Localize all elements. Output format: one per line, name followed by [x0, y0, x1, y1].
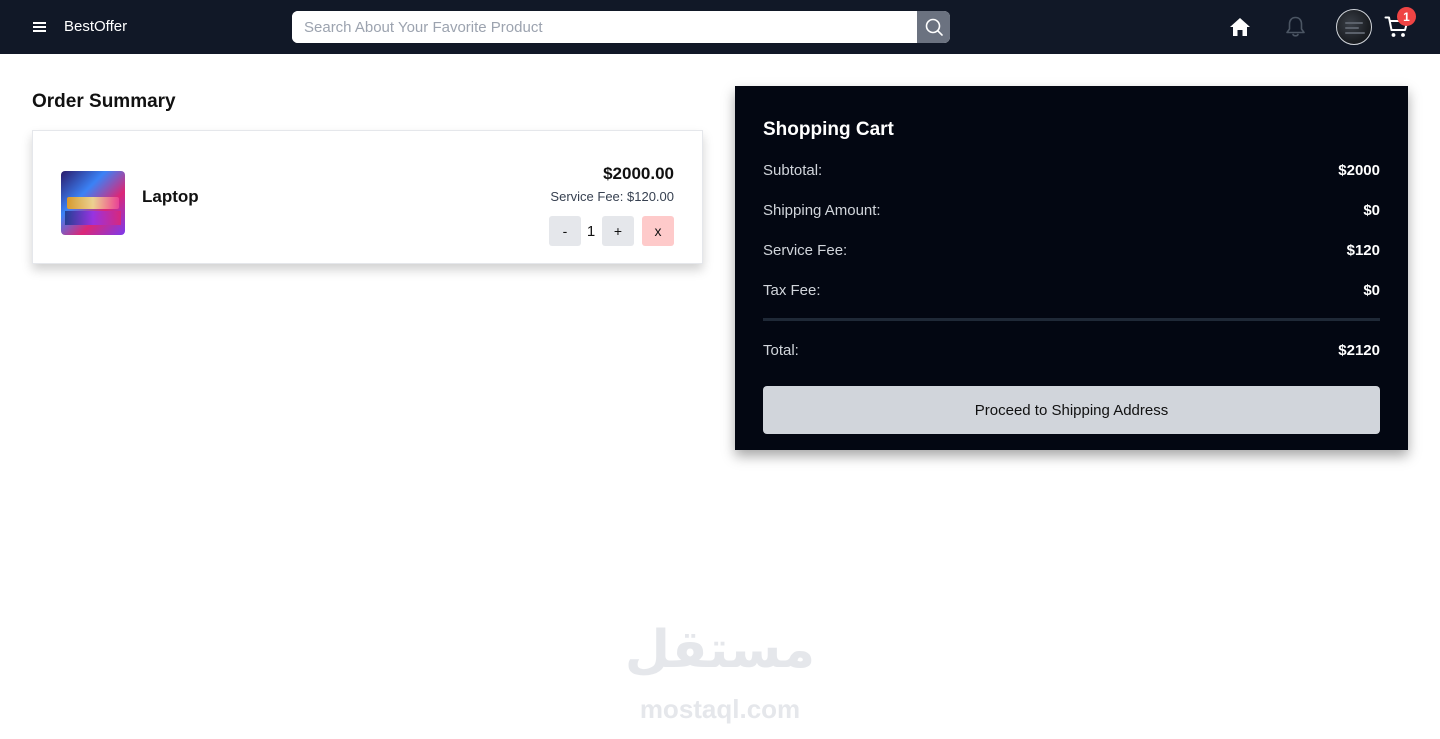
order-item-card: Laptop $2000.00 Service Fee: $120.00 - 1… — [32, 130, 703, 264]
tax-fee-label: Tax Fee: — [763, 281, 821, 299]
search-button[interactable] — [917, 11, 950, 43]
search-input[interactable] — [292, 11, 917, 43]
increase-quantity-button[interactable]: + — [602, 216, 634, 246]
hamburger-icon[interactable] — [31, 18, 49, 36]
order-summary-title: Order Summary — [32, 91, 176, 112]
total-label: Total: — [763, 341, 799, 359]
shopping-cart-panel: Shopping Cart Subtotal: $2000 Shipping A… — [735, 86, 1408, 450]
decrease-quantity-button[interactable]: - — [549, 216, 581, 246]
service-fee-label: Service Fee: — [763, 241, 848, 259]
cart-divider — [763, 318, 1380, 321]
total-value: $2120 — [1338, 341, 1380, 359]
tax-fee-value: $0 — [1363, 281, 1380, 299]
proceed-to-shipping-button[interactable]: Proceed to Shipping Address — [763, 386, 1380, 434]
watermark: مستقل mostaql.com — [620, 615, 820, 730]
product-image — [61, 171, 125, 235]
subtotal-value: $2000 — [1338, 161, 1380, 179]
service-fee-value: $120 — [1346, 241, 1380, 259]
avatar[interactable] — [1336, 9, 1372, 45]
watermark-latin: mostaql.com — [639, 694, 801, 724]
subtotal-label: Subtotal: — [763, 161, 823, 179]
product-service-fee: Service Fee: $120.00 — [550, 189, 674, 204]
shipping-amount-row: Shipping Amount: $0 — [763, 200, 1380, 220]
remove-item-button[interactable]: x — [642, 216, 674, 246]
bell-icon[interactable] — [1284, 15, 1307, 39]
top-navbar: BestOffer 1 — [0, 0, 1440, 54]
service-fee-row: Service Fee: $120 — [763, 240, 1380, 260]
shipping-amount-label: Shipping Amount: — [763, 201, 881, 219]
shopping-cart-title: Shopping Cart — [763, 119, 894, 140]
tax-fee-row: Tax Fee: $0 — [763, 280, 1380, 300]
total-row: Total: $2120 — [763, 340, 1380, 360]
product-name: Laptop — [142, 187, 199, 206]
shipping-amount-value: $0 — [1363, 201, 1380, 219]
watermark-arabic: مستقل — [624, 621, 816, 679]
search-icon — [925, 18, 943, 36]
brand-logo[interactable]: BestOffer — [64, 17, 127, 37]
cart-count-badge: 1 — [1397, 7, 1416, 26]
search-bar — [292, 11, 950, 43]
subtotal-row: Subtotal: $2000 — [763, 160, 1380, 180]
home-icon[interactable] — [1229, 16, 1251, 38]
quantity-value: 1 — [586, 222, 596, 240]
product-price: $2000.00 — [603, 164, 674, 183]
